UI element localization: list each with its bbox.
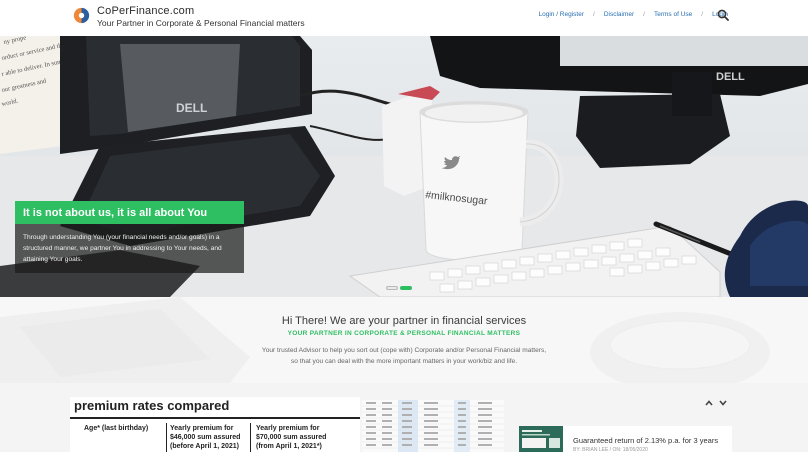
featured-nav-arrows	[705, 399, 727, 407]
monitor-brand-right: DELL	[716, 71, 745, 83]
slider-pagination	[386, 286, 412, 290]
featured-image-rule	[70, 417, 360, 419]
featured-col-after-line: Yearly premium for	[256, 425, 320, 432]
featured-section: premium rates compared Age* (last birthd…	[0, 383, 808, 453]
intro-text-line-1: Your trusted Advisor to help you sort ou…	[261, 347, 547, 354]
featured-col-divider	[250, 423, 251, 452]
nav-separator: /	[701, 11, 704, 18]
featured-image-title: premium rates compared	[74, 398, 230, 413]
featured-col-before-line: (before April 1, 2021)	[170, 443, 239, 450]
hero-caption: It is not about us, it is all about You …	[15, 201, 244, 273]
featured-col-before-line: Yearly premium for	[170, 425, 234, 432]
nav-separator: /	[593, 11, 595, 18]
featured-col-after-line: (from April 1, 2021*)	[256, 443, 322, 450]
brand[interactable]: CoPerFinance.com Your Partner in Corpora…	[97, 5, 305, 28]
coperfinance-logo-icon[interactable]	[73, 7, 90, 24]
nav-login-register[interactable]: Login / Register	[538, 11, 584, 18]
news-meta: BY: BRIAN LEE / ON: 18/05/2020	[573, 447, 648, 453]
intro-background-image	[0, 297, 770, 383]
brand-name[interactable]: CoPerFinance.com	[97, 5, 305, 17]
featured-col-divider	[166, 423, 167, 452]
monitor-brand-left: DELL	[176, 101, 207, 115]
brand-tagline: Your Partner in Corporate & Personal Fin…	[97, 18, 305, 28]
news-title[interactable]: Guaranteed return of 2.13% p.a. for 3 ye…	[573, 436, 718, 445]
search-icon[interactable]	[717, 9, 729, 21]
featured-col-before: Yearly premium for $46,000 sum assured (…	[170, 424, 240, 451]
featured-article-image[interactable]: premium rates compared Age* (last birthd…	[70, 397, 360, 452]
intro-section: Hi There! We are your partner in financi…	[0, 297, 808, 383]
nav-separator: /	[643, 11, 645, 18]
nav-terms-of-use[interactable]: Terms of Use	[654, 11, 692, 18]
intro-heading: Hi There! We are your partner in financi…	[281, 315, 527, 327]
intro-text-line-2: so that you can deal with the more impor…	[290, 358, 518, 365]
slider-dot-2[interactable]	[400, 286, 412, 290]
chevron-down-icon[interactable]	[719, 399, 727, 407]
featured-col-before-line: $46,000 sum assured	[170, 434, 241, 441]
hero-caption-body: Through understanding You (your financia…	[15, 224, 244, 273]
nav-disclaimer[interactable]: Disclaimer	[604, 11, 634, 18]
hero-slider: ny prope orduct or service and then r ab…	[0, 36, 808, 297]
featured-col-after-line: $70,000 sum assured	[256, 434, 327, 441]
featured-col-after: Yearly premium for $70,000 sum assured (…	[256, 424, 326, 451]
slider-dot-1[interactable]	[386, 286, 398, 290]
chevron-up-icon[interactable]	[705, 399, 713, 407]
intro-subheading: YOUR PARTNER IN CORPORATE & PERSONAL FIN…	[287, 330, 521, 337]
top-nav: Login / Register / Disclaimer / Terms of…	[538, 11, 728, 18]
hero-caption-title: It is not about us, it is all about You	[15, 201, 244, 224]
featured-col-age: Age* (last birthday)	[84, 425, 149, 432]
rates-table-image[interactable]	[362, 400, 504, 452]
news-item[interactable]: Guaranteed return of 2.13% p.a. for 3 ye…	[519, 426, 732, 453]
news-thumbnail[interactable]	[519, 426, 563, 452]
site-header: CoPerFinance.com Your Partner in Corpora…	[0, 0, 808, 36]
